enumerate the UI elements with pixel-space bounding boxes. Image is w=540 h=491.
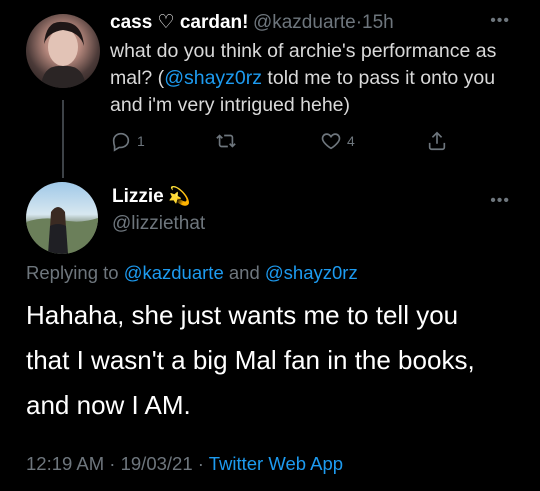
mention-link[interactable]: @kazduarte [124, 262, 224, 283]
like-count: 4 [347, 133, 355, 149]
share-icon [428, 131, 446, 151]
like-action[interactable]: 4 [320, 130, 355, 152]
retweet-icon [216, 134, 236, 148]
heart-icon [321, 133, 341, 150]
display-name[interactable]: Lizzie [112, 186, 164, 207]
reply-icon [112, 132, 130, 152]
more-horizontal-icon[interactable]: ••• [490, 192, 510, 210]
replying-to-and: and [223, 262, 265, 283]
tweet-timestamp[interactable]: 12:19 AM · 19/03/21 · [26, 453, 209, 474]
tweet-metadata: 12:19 AM · 19/03/21 · Twitter Web App [26, 453, 343, 475]
reply-count: 1 [137, 133, 145, 149]
more-horizontal-icon[interactable]: ••• [490, 12, 510, 30]
tweet-time[interactable]: 15h [362, 12, 394, 33]
avatar-lizziethat[interactable] [26, 182, 98, 254]
avatar-kazduarte[interactable] [26, 14, 100, 88]
display-name[interactable]: cass ♡ cardan! [110, 12, 249, 33]
replying-to: Replying to @kazduarte and @shayz0rz [26, 262, 358, 284]
share-action[interactable] [426, 130, 448, 152]
tweet-header: Lizzie 💫 [112, 186, 191, 208]
tweet-body: Hahaha, she just wants me to tell you th… [26, 300, 475, 420]
replying-to-label: Replying to [26, 262, 124, 283]
retweet-action[interactable] [215, 130, 242, 152]
mention-link[interactable]: @shayz0rz [265, 262, 358, 283]
user-handle[interactable]: @kazduarte [253, 12, 356, 33]
tweet-source-link[interactable]: Twitter Web App [209, 453, 343, 474]
reply-action[interactable]: 1 [110, 130, 145, 152]
thread-connector-line [62, 100, 64, 178]
mention-link[interactable]: @shayz0rz [164, 67, 262, 89]
user-handle[interactable]: @lizziethat [112, 213, 205, 235]
sparkle-emoji-icon: 💫 [168, 186, 191, 206]
tweet-text: what do you think of archie's performanc… [110, 38, 520, 119]
tweet-header: cass ♡ cardan! @kazduarte·15h [110, 11, 394, 34]
